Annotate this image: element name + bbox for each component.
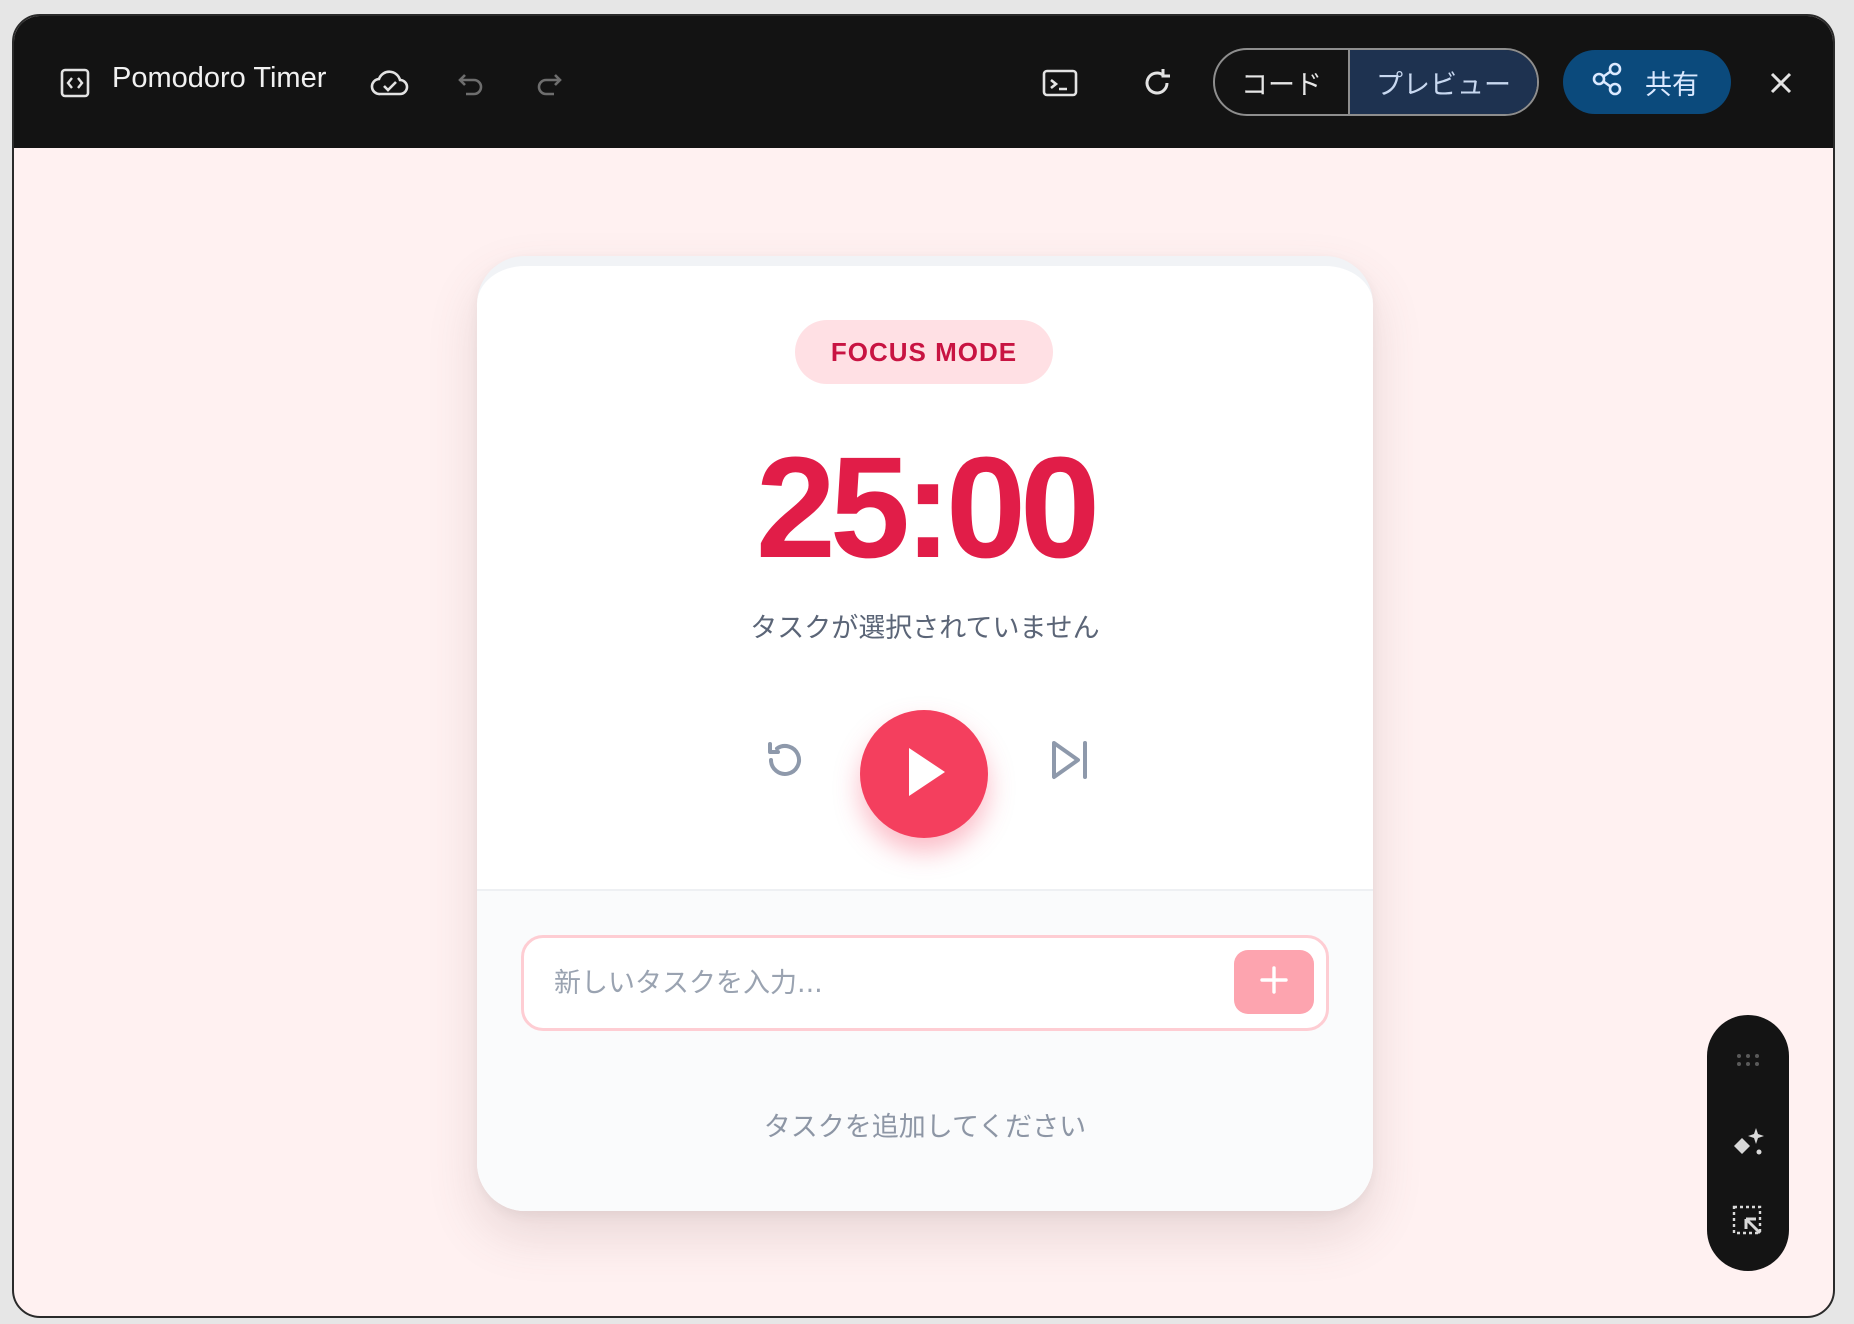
current-task-label: タスクが選択されていません — [750, 613, 1100, 644]
task-section: タスクを追加してください — [477, 889, 1373, 1211]
drag-handle-icon[interactable] — [1734, 1051, 1762, 1069]
sparkle-icon[interactable] — [1728, 1123, 1768, 1163]
floating-toolbar — [1707, 1015, 1789, 1271]
task-input-box — [521, 935, 1329, 1031]
skip-button[interactable] — [1046, 736, 1094, 788]
task-input[interactable] — [554, 960, 1194, 1006]
redo-icon[interactable] — [532, 68, 566, 98]
refresh-icon[interactable] — [1138, 64, 1176, 102]
mode-badge: FOCUS MODE — [795, 320, 1053, 384]
close-icon[interactable] — [1766, 68, 1796, 98]
app-title: Pomodoro Timer — [112, 62, 327, 94]
top-bar: Pomodoro Timer コード プレビュー 共有 — [14, 16, 1833, 148]
tab-preview[interactable]: プレビュー — [1348, 50, 1537, 114]
timer-card: FOCUS MODE 25:00 タスクが選択されていません 新しいタスクを入力… — [477, 256, 1373, 1211]
share-icon — [1591, 62, 1623, 103]
reset-button[interactable] — [760, 736, 808, 788]
empty-task-message: タスクを追加してください — [763, 1112, 1087, 1143]
add-task-button[interactable] — [1234, 950, 1314, 1014]
timer-display: 25:00 — [755, 427, 1100, 588]
share-button[interactable]: 共有 — [1563, 50, 1731, 114]
reset-icon — [760, 742, 808, 788]
undo-icon[interactable] — [454, 68, 488, 98]
select-area-icon[interactable] — [1728, 1201, 1768, 1241]
tab-code[interactable]: コード — [1215, 50, 1348, 114]
code-window-icon — [60, 68, 90, 98]
play-button[interactable] — [860, 710, 988, 838]
share-label: 共有 — [1645, 69, 1699, 101]
cloud-check-icon[interactable] — [370, 66, 410, 100]
code-preview-toggle: コード プレビュー — [1213, 48, 1539, 116]
app-window: Pomodoro Timer コード プレビュー 共有 FOCUS MODE 2… — [12, 14, 1835, 1318]
plus-icon — [1259, 965, 1289, 999]
terminal-icon[interactable] — [1040, 66, 1080, 100]
play-icon — [899, 744, 949, 804]
skip-next-icon — [1046, 741, 1094, 788]
